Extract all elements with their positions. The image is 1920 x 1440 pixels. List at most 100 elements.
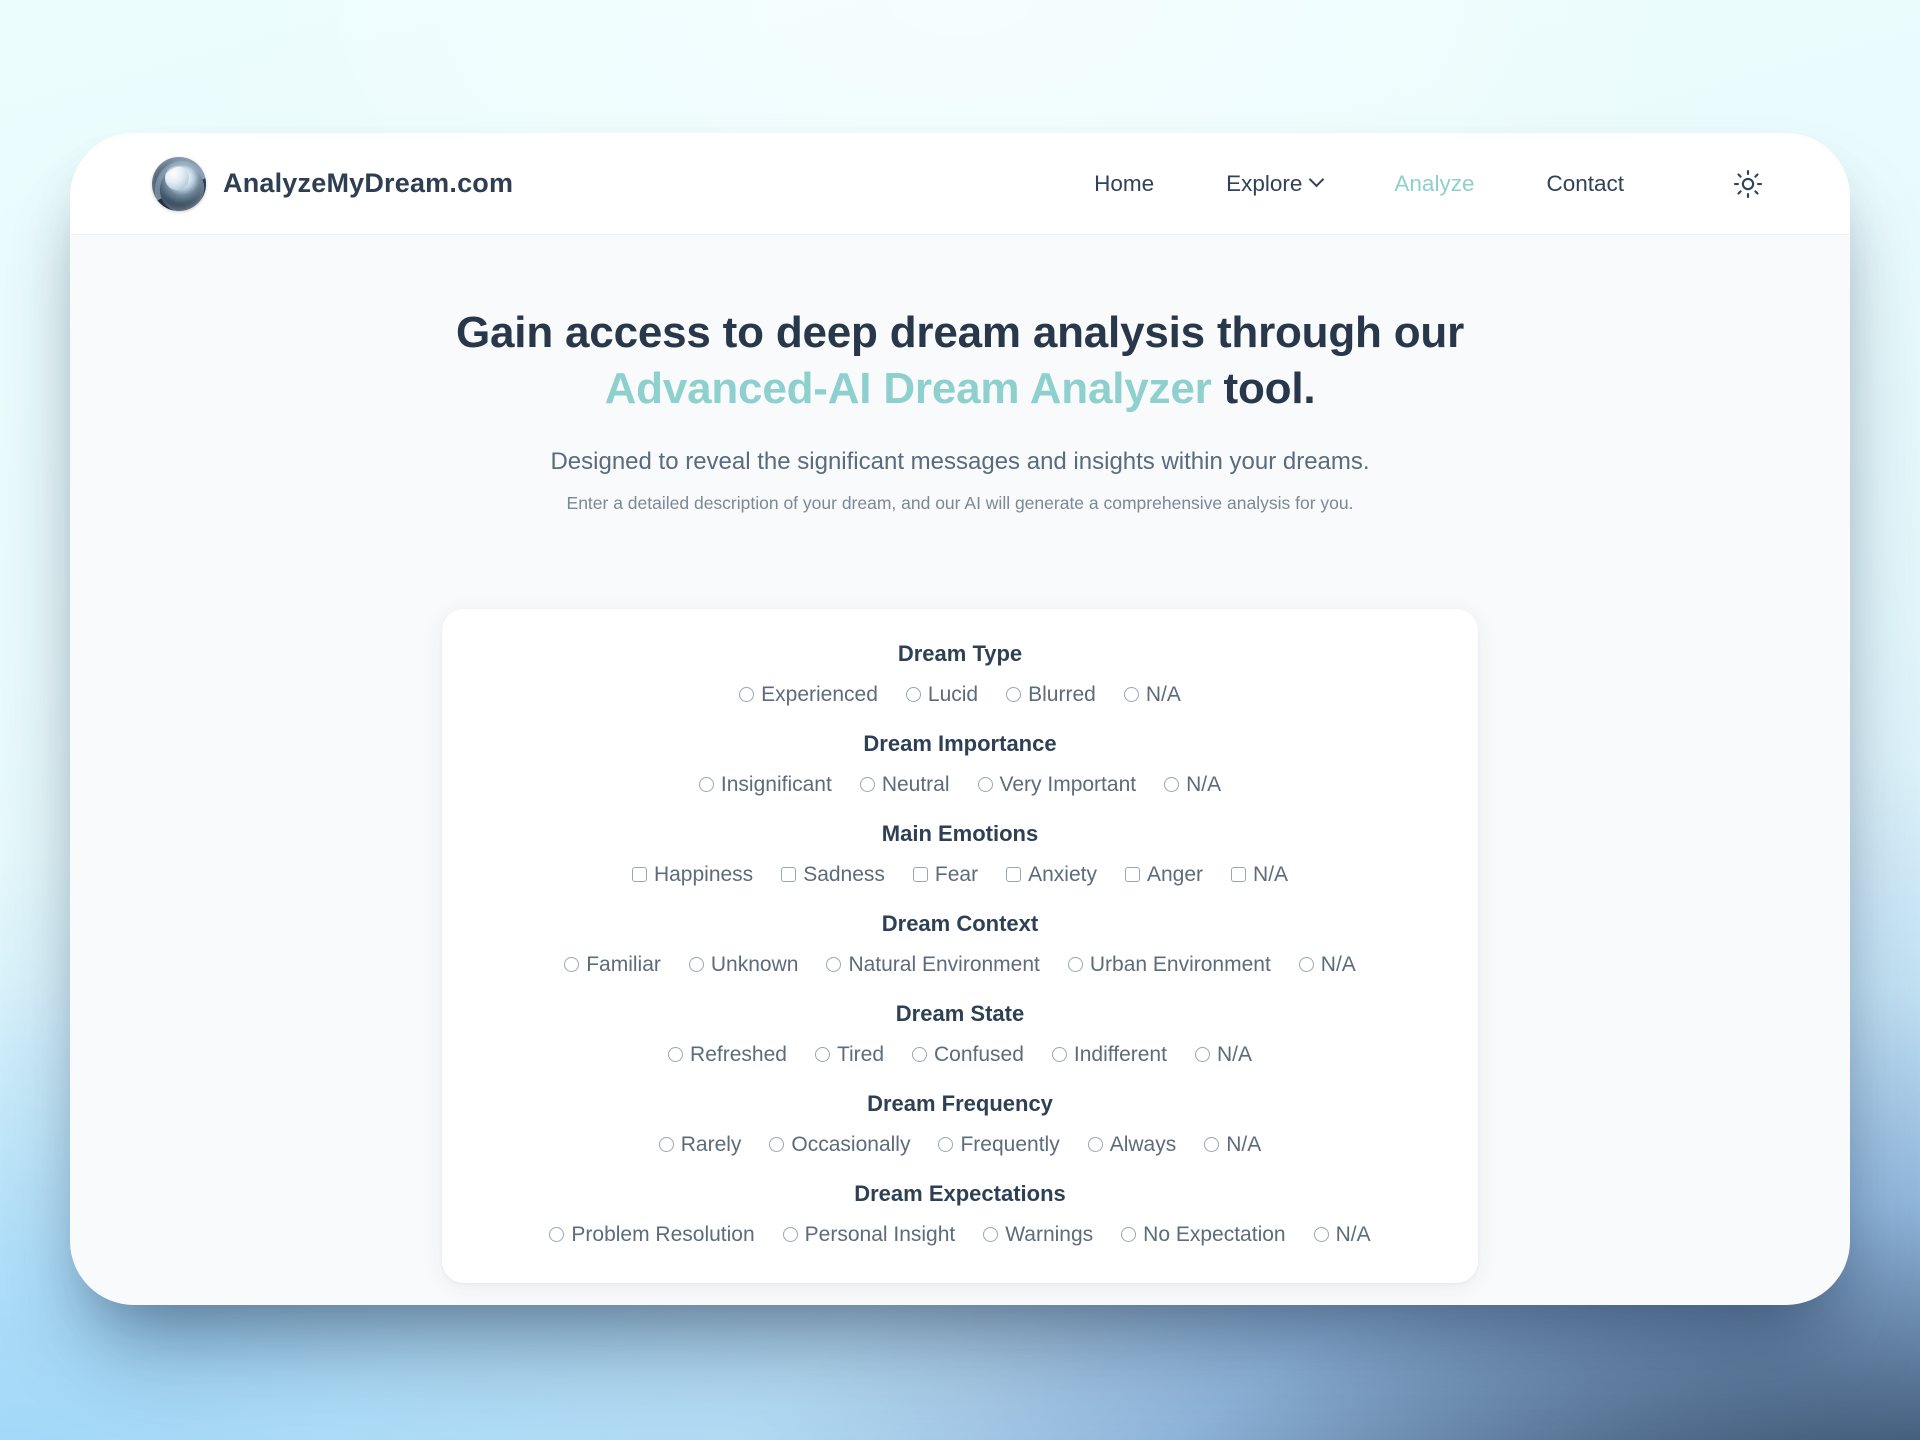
field-label-dream-state: Dream State	[895, 1000, 1025, 1026]
radio-option-dream-importance-insignificant[interactable]: Insignificant	[698, 772, 832, 797]
nav-item-home-label: Home	[1094, 170, 1155, 196]
options-dream-type: Experienced Lucid Blurred N/A	[472, 683, 1448, 707]
radio-option-dream-context-natural-environment[interactable]: Natural Environment	[826, 952, 1040, 977]
radio-option-dream-type-n-a[interactable]: N/A	[1123, 682, 1181, 707]
radio-icon[interactable]	[739, 687, 755, 703]
radio-option-dream-expectations-problem-resolution[interactable]: Problem Resolution	[549, 1223, 755, 1247]
radio-icon[interactable]	[549, 1227, 565, 1243]
checkbox-option-main-emotions-happiness[interactable]: Happiness	[631, 863, 753, 887]
option-label: Rarely	[680, 1132, 742, 1156]
app-window-card: AnalyzeMyDream.com Home Explore Analyze …	[70, 133, 1850, 1305]
option-label: Unknown	[710, 952, 799, 976]
nav-item-contact[interactable]: Contact	[1510, 171, 1660, 197]
option-label: Insignificant	[720, 772, 832, 796]
radio-icon[interactable]	[1313, 1227, 1329, 1243]
radio-icon[interactable]	[1164, 777, 1180, 793]
radio-icon[interactable]	[983, 1227, 999, 1243]
page-title: Gain access to deep dream analysis throu…	[70, 305, 1850, 418]
radio-icon[interactable]	[1087, 1137, 1103, 1153]
radio-option-dream-context-unknown[interactable]: Unknown	[688, 952, 799, 977]
checkbox-icon[interactable]	[1006, 867, 1022, 883]
field-group-dream-importance: Dream Importance Insignificant Neutral Very…	[472, 731, 1448, 797]
radio-option-dream-frequency-occasionally[interactable]: Occasionally	[769, 1133, 910, 1157]
checkbox-option-main-emotions-anger[interactable]: Anger	[1124, 863, 1203, 887]
checkbox-icon[interactable]	[1124, 867, 1140, 883]
radio-option-dream-frequency-rarely[interactable]: Rarely	[658, 1132, 742, 1157]
option-label: N/A	[1335, 1222, 1371, 1246]
checkbox-option-main-emotions-n-a[interactable]: N/A	[1231, 863, 1288, 887]
radio-option-dream-context-n-a[interactable]: N/A	[1298, 953, 1356, 977]
option-label: Lucid	[927, 682, 979, 706]
radio-option-dream-type-experienced[interactable]: Experienced	[739, 683, 878, 707]
brand[interactable]: AnalyzeMyDream.com	[152, 156, 513, 211]
radio-option-dream-importance-very-important[interactable]: Very Important	[977, 773, 1136, 797]
radio-option-dream-state-tired[interactable]: Tired	[814, 1043, 884, 1067]
checkbox-icon[interactable]	[631, 867, 647, 883]
hero-title-tail: tool.	[1211, 364, 1316, 414]
checkbox-option-main-emotions-anxiety[interactable]: Anxiety	[1006, 863, 1097, 887]
option-label: Fear	[934, 862, 979, 886]
option-label: Natural Environment	[848, 952, 1040, 976]
radio-icon[interactable]	[1123, 687, 1139, 703]
option-label: No Expectation	[1143, 1222, 1286, 1246]
checkbox-icon[interactable]	[912, 867, 928, 883]
radio-icon[interactable]	[814, 1047, 830, 1063]
checkbox-option-main-emotions-sadness[interactable]: Sadness	[781, 863, 885, 887]
radio-icon[interactable]	[826, 957, 842, 973]
options-dream-context: Familiar Unknown Natural Environment Urban …	[472, 953, 1448, 977]
radio-option-dream-frequency-n-a[interactable]: N/A	[1204, 1133, 1261, 1157]
option-label: N/A	[1253, 862, 1289, 886]
radio-icon[interactable]	[977, 777, 993, 793]
radio-option-dream-importance-n-a[interactable]: N/A	[1164, 773, 1221, 797]
radio-option-dream-expectations-n-a[interactable]: N/A	[1313, 1222, 1371, 1247]
radio-icon[interactable]	[782, 1227, 798, 1243]
radio-option-dream-expectations-no-expectation[interactable]: No Expectation	[1121, 1222, 1286, 1247]
radio-icon[interactable]	[905, 687, 921, 703]
radio-option-dream-state-refreshed[interactable]: Refreshed	[668, 1043, 787, 1067]
checkbox-icon[interactable]	[1231, 867, 1247, 883]
radio-option-dream-type-lucid[interactable]: Lucid	[905, 682, 979, 707]
field-group-dream-state: Dream State Refreshed Tired Confused Indiffe…	[472, 1001, 1448, 1067]
radio-option-dream-state-n-a[interactable]: N/A	[1194, 1043, 1252, 1067]
radio-option-dream-importance-neutral[interactable]: Neutral	[859, 772, 950, 797]
option-label: Refreshed	[690, 1042, 787, 1066]
radio-option-dream-state-confused[interactable]: Confused	[912, 1043, 1024, 1067]
radio-icon[interactable]	[698, 777, 714, 793]
chevron-down-icon	[1309, 171, 1325, 188]
radio-icon[interactable]	[859, 777, 875, 793]
option-label: Neutral	[881, 772, 950, 796]
nav-item-explore[interactable]: Explore	[1190, 171, 1358, 197]
radio-icon[interactable]	[564, 957, 580, 973]
radio-icon[interactable]	[1006, 687, 1022, 703]
sun-icon[interactable]	[1726, 162, 1770, 206]
radio-icon[interactable]	[688, 957, 704, 973]
radio-icon[interactable]	[1194, 1047, 1210, 1063]
radio-option-dream-context-urban-environment[interactable]: Urban Environment	[1067, 953, 1271, 977]
radio-icon[interactable]	[769, 1137, 785, 1153]
option-label: N/A	[1226, 1132, 1262, 1156]
nav-item-home[interactable]: Home	[1058, 171, 1190, 197]
radio-option-dream-context-familiar[interactable]: Familiar	[564, 953, 661, 977]
radio-icon[interactable]	[912, 1047, 928, 1063]
radio-option-dream-expectations-warnings[interactable]: Warnings	[983, 1223, 1093, 1247]
option-label: N/A	[1145, 682, 1181, 706]
radio-icon[interactable]	[1051, 1047, 1067, 1063]
option-label: Sadness	[803, 862, 885, 886]
nav-item-analyze[interactable]: Analyze	[1358, 171, 1510, 197]
radio-icon[interactable]	[1204, 1137, 1220, 1153]
radio-option-dream-frequency-always[interactable]: Always	[1087, 1133, 1176, 1157]
radio-option-dream-frequency-frequently[interactable]: Frequently	[938, 1133, 1060, 1157]
radio-icon[interactable]	[938, 1137, 954, 1153]
radio-icon[interactable]	[668, 1047, 684, 1063]
option-label: Anxiety	[1028, 862, 1097, 886]
radio-option-dream-type-blurred[interactable]: Blurred	[1006, 683, 1096, 707]
radio-option-dream-expectations-personal-insight[interactable]: Personal Insight	[782, 1223, 955, 1247]
checkbox-icon[interactable]	[781, 867, 797, 883]
radio-icon[interactable]	[658, 1137, 674, 1153]
radio-icon[interactable]	[1298, 957, 1314, 973]
radio-option-dream-state-indifferent[interactable]: Indifferent	[1051, 1043, 1167, 1067]
options-dream-importance: Insignificant Neutral Very Important N/A	[472, 773, 1448, 797]
radio-icon[interactable]	[1067, 957, 1083, 973]
checkbox-option-main-emotions-fear[interactable]: Fear	[912, 862, 979, 887]
radio-icon[interactable]	[1121, 1227, 1137, 1243]
